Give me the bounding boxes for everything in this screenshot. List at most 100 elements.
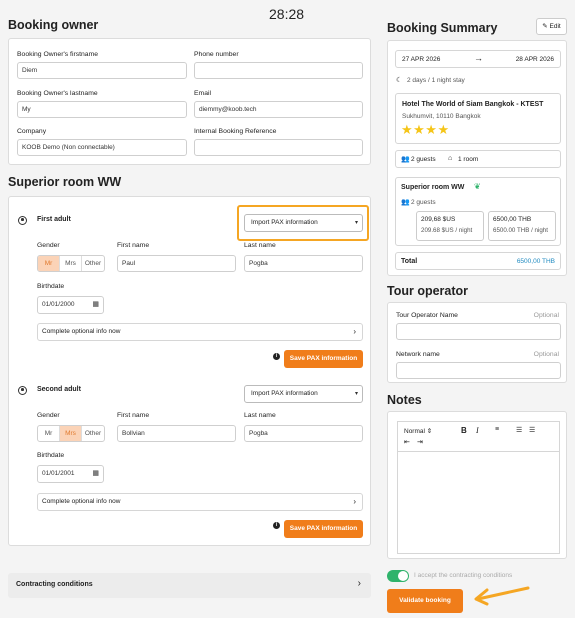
birthdate-input[interactable]: 01/01/2000 ▦ [37,296,104,314]
pax-firstname-input[interactable]: Paul [117,255,236,272]
edit-label: Edit [549,23,561,30]
birthdate-value: 01/01/2000 [42,301,75,308]
outdent-icon[interactable]: ⇤ [404,438,410,446]
internal-ref-label: Internal Booking Reference [194,128,277,135]
info-icon[interactable]: i [273,522,280,529]
pencil-icon: ✎ [542,23,548,30]
align-icon[interactable]: ≡ [495,426,499,433]
price-box: 209,68 $US 209.68 $US / night [416,211,484,241]
save-pax-button[interactable]: Save PAX information [284,520,363,538]
lastname-label: Last name [244,242,276,249]
hotel-card: Hotel The World of Siam Bangkok - KTEST … [395,93,561,144]
validate-booking-button[interactable]: Validate booking [387,589,463,613]
import-pax-select[interactable]: Import PAX information ▾ [244,214,363,232]
gender-mr-option[interactable]: Mr [38,426,60,441]
pax-firstname-input[interactable]: Bollvian [117,425,236,442]
bold-icon[interactable]: B [461,426,467,435]
person-icon [18,386,27,395]
company-input[interactable]: KOOB Demo (Non connectable) [17,139,187,156]
accept-toggle[interactable] [387,570,409,582]
birthdate-input[interactable]: 01/01/2001 ▦ [37,465,104,483]
gender-other-option[interactable]: Other [82,426,104,441]
guests-icon: 👥 [401,156,410,163]
booking-owner-panel: Booking Owner's firstname Diem Phone num… [8,38,371,165]
price-sus: 209,68 $US [421,216,456,223]
person-icon [18,216,27,225]
toggle-knob [398,571,408,581]
gender-mrs-option[interactable]: Mrs [60,426,82,441]
optional-hint: Optional [533,351,559,358]
optional-info-label: Complete optional info now [42,498,121,505]
import-pax-select[interactable]: Import PAX information ▾ [244,385,363,403]
price-sus-night: 209.68 $US / night [421,227,473,234]
pax-lastname-input[interactable]: Pogba [244,425,363,442]
format-select[interactable]: Normal ⇕ [404,427,432,435]
total-label: Total [401,258,418,265]
stay-duration: 2 days / 1 night stay [407,77,465,84]
ordered-list-icon[interactable]: ☰ [516,426,522,434]
hotel-address: Sukhumvit, 10110 Bangkok [402,113,481,120]
phone-label: Phone number [194,51,239,58]
calendar-icon[interactable]: ▦ [92,297,99,312]
optional-info-row[interactable]: Complete optional info now › [37,493,363,511]
star-rating-icon: ★★★★ [401,122,450,137]
room-summary-card: Superior room WW ❦ 👥 2 guests 209,68 $US… [395,177,561,246]
optional-hint: Optional [533,312,559,319]
date-range: 27 APR 2026 → 28 APR 2026 [395,50,561,68]
gender-selector[interactable]: Mr Mrs Other [37,425,105,442]
room-icon: ⌂ [448,155,453,162]
rooms-count: 1 room [458,156,479,163]
calendar-icon[interactable]: ▦ [92,466,99,481]
contracting-conditions-row[interactable]: Contracting conditions › [8,573,371,598]
save-pax-button[interactable]: Save PAX information [284,350,363,368]
second-adult-title: Second adult [37,386,81,393]
gender-mr-option[interactable]: Mr [38,256,60,271]
price-box: 6500,00 THB 6500.00 THB / night [488,211,556,241]
notes-editor: Normal ⇕ B I ≡ ☰ ☰ ⇤ ⇥ [397,421,560,554]
internal-ref-input[interactable] [194,139,363,156]
network-name-input[interactable] [396,362,561,379]
first-adult-title: First adult [37,216,71,223]
italic-icon[interactable]: I [476,426,479,435]
import-pax-label: Import PAX information [251,219,318,226]
lastname-label: Booking Owner's lastname [17,90,98,97]
email-label: Email [194,90,211,97]
caret-down-icon: ▾ [354,391,358,397]
optional-info-row[interactable]: Complete optional info now › [37,323,363,341]
firstname-label: First name [117,412,150,419]
total-value: 6500,00 THB [516,258,555,265]
owner-firstname-input[interactable]: Diem [17,62,187,79]
guests-count: 2 guests [411,156,436,163]
gender-selector[interactable]: Mr Mrs Other [37,255,105,272]
notes-title: Notes [387,393,422,407]
moon-icon: ☾ [396,77,403,84]
firstname-label: Booking Owner's firstname [17,51,99,58]
booking-owner-title: Booking owner [8,18,99,32]
total-row: Total 6500,00 THB [395,252,561,270]
birthdate-value: 01/01/2001 [42,470,75,477]
owner-lastname-input[interactable]: My [17,101,187,118]
notes-textarea[interactable] [398,453,559,553]
room-guests: 2 guests [411,199,436,206]
hotel-name: Hotel The World of Siam Bangkok - KTEST [402,101,544,108]
room-panel: First adult Import PAX information ▾ Gen… [8,196,371,546]
info-icon[interactable]: i [273,353,280,360]
edit-button[interactable]: ✎ Edit [536,18,567,35]
bullet-list-icon[interactable]: ☰ [529,426,535,434]
email-input[interactable]: diemmy@koob.tech [194,101,363,118]
caret-down-icon: ▾ [354,220,358,226]
tour-operator-panel: Tour Operator Name Optional Network name… [387,302,567,383]
price-thb: 6500,00 THB [493,216,532,223]
lastname-label: Last name [244,412,276,419]
chevron-right-icon: › [353,497,356,506]
gender-other-option[interactable]: Other [82,256,104,271]
phone-input[interactable] [194,62,363,79]
format-select-value: Normal [404,428,425,435]
countdown-timer: 28:28 [269,6,305,22]
indent-icon[interactable]: ⇥ [417,438,423,446]
pax-lastname-input[interactable]: Pogba [244,255,363,272]
tour-operator-title: Tour operator [387,284,469,298]
date-from: 27 APR 2026 [402,56,441,63]
tour-operator-name-input[interactable] [396,323,561,340]
gender-mrs-option[interactable]: Mrs [60,256,82,271]
